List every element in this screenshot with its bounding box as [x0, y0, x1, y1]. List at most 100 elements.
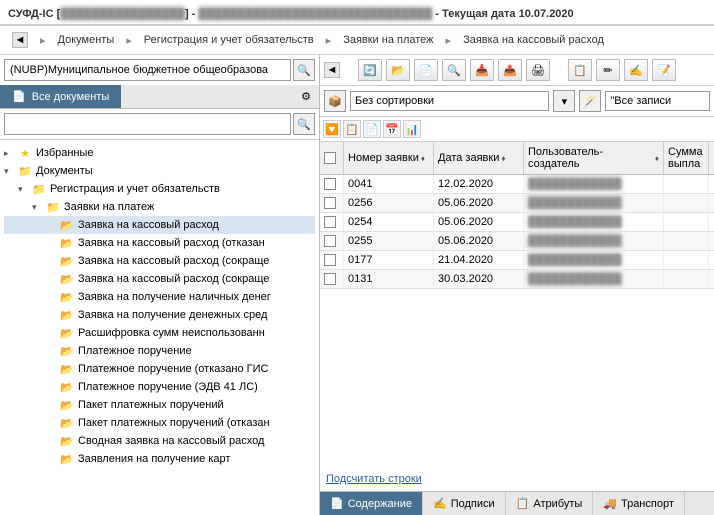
view-button[interactable]: 🔍	[442, 59, 466, 81]
star-icon: ★	[18, 146, 32, 160]
tree-leaf-item[interactable]: 📂Платежное поручение	[4, 342, 315, 360]
refresh-button[interactable]: 🔄	[358, 59, 382, 81]
archive-icon[interactable]: 📦	[324, 90, 346, 112]
tree-item-registration[interactable]: ▾ 📁 Регистрация и учет обязательств	[4, 180, 315, 198]
filter-icon[interactable]: 🔽	[323, 120, 341, 138]
table-row[interactable]: 013130.03.2020████████████	[320, 270, 714, 289]
tree-leaf-item[interactable]: 📂Заявка на кассовый расход (сокраще	[4, 270, 315, 288]
sign-button[interactable]: ✍	[624, 59, 648, 81]
tree-leaf-item[interactable]: 📂Платежное поручение (ЭДВ 41 ЛС)	[4, 378, 315, 396]
folder-icon: 📂	[60, 452, 74, 466]
gear-icon[interactable]: ⚙	[293, 86, 319, 107]
row-checkbox[interactable]	[324, 235, 336, 247]
tree-leaf-item[interactable]: 📂Заявления на получение карт	[4, 450, 315, 468]
breadcrumb-item[interactable]: Документы	[58, 34, 115, 46]
breadcrumb-item[interactable]: Заявки на платеж	[343, 34, 433, 46]
filter-icon[interactable]: 📄	[363, 120, 381, 138]
filter-icons-row: 🔽 📋 📄 📅 📊	[320, 117, 714, 142]
tab-all-documents[interactable]: 📄 Все документы	[0, 85, 121, 108]
tree-leaf-item[interactable]: 📂Пакет платежных поручений	[4, 396, 315, 414]
left-panel: 🔍 📄 Все документы ⚙ 🔍 ▸ ★ Избранные ▾ 📁 …	[0, 55, 320, 515]
tree-search-input[interactable]	[4, 113, 291, 135]
count-rows-section: Подсчитать строки	[320, 467, 714, 491]
count-rows-link[interactable]: Подсчитать строки	[326, 473, 422, 485]
breadcrumb: ◄ ▸ Документы ▸ Регистрация и учет обяза…	[0, 26, 714, 55]
filter-icon[interactable]: 📊	[403, 120, 421, 138]
collapse-icon[interactable]: ▾	[32, 202, 42, 213]
chevron-right-icon: ▸	[40, 34, 46, 47]
column-header-number[interactable]: Номер заявки♦	[344, 142, 434, 174]
filter-wizard-button[interactable]: 🪄	[579, 90, 601, 112]
expand-icon[interactable]: ▸	[4, 148, 14, 159]
table-row[interactable]: 004112.02.2020████████████	[320, 175, 714, 194]
edit-button[interactable]: 📝	[652, 59, 676, 81]
select-all-checkbox[interactable]	[320, 142, 344, 174]
breadcrumb-item[interactable]: Заявка на кассовый расход	[463, 34, 604, 46]
tree-item-documents[interactable]: ▾ 📁 Документы	[4, 162, 315, 180]
detail-tabs: 📄Содержание ✍Подписи 📋Атрибуты 🚚Транспор…	[320, 491, 714, 515]
sort-dropdown-button[interactable]: ▾	[553, 90, 575, 112]
org-search-input[interactable]	[4, 59, 291, 81]
row-checkbox[interactable]	[324, 254, 336, 266]
table-header: Номер заявки♦ Дата заявки♦ Пользователь-…	[320, 142, 714, 175]
table-row[interactable]: 025405.06.2020████████████	[320, 213, 714, 232]
action2-button[interactable]: ✏	[596, 59, 620, 81]
collapse-icon[interactable]: ▾	[18, 184, 28, 195]
folder-icon: 📂	[60, 380, 74, 394]
app-header: СУФД-IC [████████████████] - ███████████…	[0, 0, 714, 26]
folder-icon: 📂	[60, 362, 74, 376]
attributes-icon: 📋	[516, 497, 530, 510]
tree-leaf-item[interactable]: 📂Заявка на получение денежных сред	[4, 306, 315, 324]
breadcrumb-back-button[interactable]: ◄	[12, 32, 28, 48]
tree-leaf-item[interactable]: 📂Платежное поручение (отказано ГИС	[4, 360, 315, 378]
tree-leaf-item[interactable]: 📂Заявка на кассовый расход	[4, 216, 315, 234]
filter-select[interactable]: "Все записи	[605, 91, 710, 111]
right-panel: ◄ 🔄 📂 📄 🔍 📥 📤 🖨 📋 ✏ ✍ 📝 📦 Без сортировки…	[320, 55, 714, 515]
row-checkbox[interactable]	[324, 273, 336, 285]
table-row[interactable]: 025505.06.2020████████████	[320, 232, 714, 251]
transport-icon: 🚚	[603, 497, 617, 510]
table-row[interactable]: 025605.06.2020████████████	[320, 194, 714, 213]
export-button[interactable]: 📤	[498, 59, 522, 81]
folder-icon: 📂	[60, 344, 74, 358]
row-checkbox[interactable]	[324, 178, 336, 190]
tree-item-payment-requests[interactable]: ▾ 📁 Заявки на платеж	[4, 198, 315, 216]
filter-icon[interactable]: 📅	[383, 120, 401, 138]
toolbar-back-button[interactable]: ◄	[324, 62, 340, 78]
folder-icon: 📂	[60, 308, 74, 322]
breadcrumb-item[interactable]: Регистрация и учет обязательств	[144, 34, 314, 46]
table-row[interactable]: 017721.04.2020████████████	[320, 251, 714, 270]
sort-select[interactable]: Без сортировки	[350, 91, 549, 111]
tree-leaf-item[interactable]: 📂Заявка на кассовый расход (отказан	[4, 234, 315, 252]
document-tree: ▸ ★ Избранные ▾ 📁 Документы ▾ 📁 Регистра…	[0, 140, 319, 515]
folder-icon: 📂	[60, 416, 74, 430]
action1-button[interactable]: 📋	[568, 59, 592, 81]
import-button[interactable]: 📥	[470, 59, 494, 81]
tree-leaf-item[interactable]: 📂Расшифровка сумм неиспользованн	[4, 324, 315, 342]
search-button[interactable]: 🔍	[293, 59, 315, 81]
tree-leaf-item[interactable]: 📂Пакет платежных поручений (отказан	[4, 414, 315, 432]
open-button[interactable]: 📂	[386, 59, 410, 81]
tree-search-button[interactable]: 🔍	[293, 113, 315, 135]
signature-icon: ✍	[433, 497, 447, 510]
print-button[interactable]: 🖨	[526, 59, 550, 81]
tree-item-favorites[interactable]: ▸ ★ Избранные	[4, 144, 315, 162]
tree-leaf-item[interactable]: 📂Сводная заявка на кассовый расход	[4, 432, 315, 450]
column-header-user[interactable]: Пользователь-создатель♦	[524, 142, 664, 174]
column-header-sum[interactable]: Сумма выпла	[664, 142, 709, 174]
tree-leaf-item[interactable]: 📂Заявка на кассовый расход (сокраще	[4, 252, 315, 270]
folder-icon: 📁	[32, 182, 46, 196]
collapse-icon[interactable]: ▾	[4, 166, 14, 177]
folder-icon: 📂	[60, 236, 74, 250]
row-checkbox[interactable]	[324, 197, 336, 209]
folder-icon: 📁	[18, 164, 32, 178]
filter-icon[interactable]: 📋	[343, 120, 361, 138]
data-table: Номер заявки♦ Дата заявки♦ Пользователь-…	[320, 142, 714, 467]
tree-leaf-item[interactable]: 📂Заявка на получение наличных денег	[4, 288, 315, 306]
folder-icon: 📂	[60, 254, 74, 268]
folder-icon: 📁	[46, 200, 60, 214]
column-header-date[interactable]: Дата заявки♦	[434, 142, 524, 174]
folder-icon: 📂	[60, 434, 74, 448]
new-button[interactable]: 📄	[414, 59, 438, 81]
row-checkbox[interactable]	[324, 216, 336, 228]
